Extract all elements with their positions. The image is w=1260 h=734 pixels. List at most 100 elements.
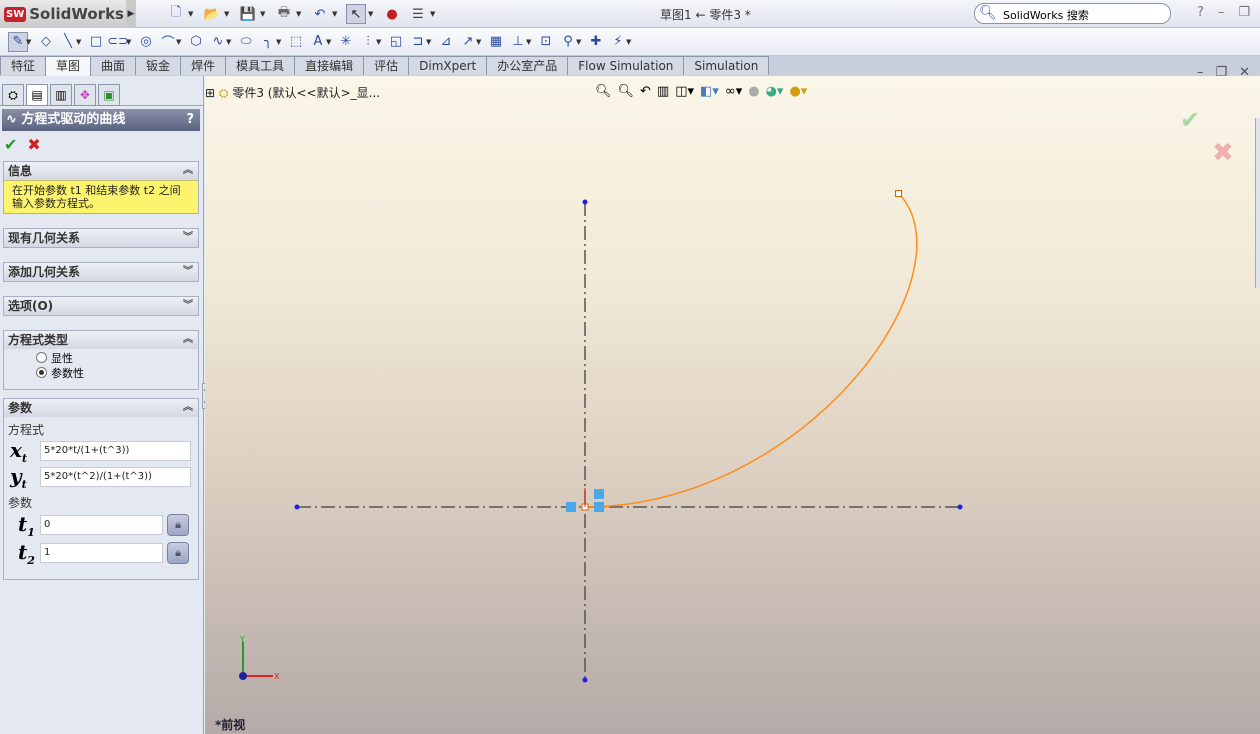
xt-equation-input[interactable]: 5*20*t/(1+(t^3))	[40, 441, 191, 461]
display-relations-icon[interactable]: ⊡	[536, 32, 556, 52]
centerline-endpoint[interactable]	[582, 677, 588, 683]
expand-icon[interactable]: ︾	[183, 297, 193, 315]
collapse-icon[interactable]: ︽	[183, 162, 193, 180]
dropdown-arrow[interactable]: ▼	[276, 38, 284, 46]
expand-icon[interactable]: ︾	[183, 229, 193, 247]
help-icon[interactable]: ?	[1197, 5, 1204, 20]
pattern-icon[interactable]: ▦	[486, 32, 506, 52]
convert-icon[interactable]: ◱	[386, 32, 406, 52]
tab-9[interactable]: 办公室产品	[486, 56, 569, 75]
rapid-sketch-icon[interactable]: ✚	[586, 32, 606, 52]
point-icon[interactable]: ✳	[336, 32, 356, 52]
open-icon[interactable]: 📂	[202, 4, 222, 24]
tab-3[interactable]: 钣金	[135, 56, 182, 75]
dropdown-arrow[interactable]: ▼	[326, 38, 334, 46]
collapse-icon[interactable]: ︽	[183, 331, 193, 349]
radio-button[interactable]	[36, 352, 47, 363]
select-icon[interactable]: ↖	[346, 4, 366, 24]
dimxpert-tab-icon[interactable]: ✥	[74, 84, 96, 106]
property-manager-tab-icon[interactable]: ▤	[26, 84, 48, 106]
centerline-endpoint[interactable]	[957, 504, 963, 510]
options-icon[interactable]: ☰	[408, 4, 428, 24]
quick-snap-icon[interactable]: ⚲	[558, 32, 578, 52]
dropdown-arrow[interactable]: ▼	[526, 38, 534, 46]
plane-icon[interactable]: ⬚	[286, 32, 306, 52]
menu-expand-arrow[interactable]: ▶	[126, 0, 136, 28]
minimize-icon[interactable]: –	[1218, 5, 1225, 20]
tab-11[interactable]: Simulation	[683, 56, 770, 75]
configuration-tab-icon[interactable]: ▥	[50, 84, 72, 106]
save-icon[interactable]: 💾	[238, 4, 258, 24]
sketch-icon[interactable]: ✎	[8, 31, 28, 52]
expand-icon[interactable]: ︾	[183, 263, 193, 281]
t2-input[interactable]: 1	[40, 543, 163, 563]
lock-icon[interactable]: 🔒︎	[167, 514, 189, 536]
arc-icon[interactable]: ⌒	[158, 32, 178, 52]
app-logo[interactable]: SW SolidWorks	[0, 0, 126, 28]
tab-0[interactable]: 特征	[0, 56, 47, 75]
dropdown-arrow[interactable]: ▼	[188, 4, 196, 24]
tab-1[interactable]: 草图	[45, 56, 92, 76]
dropdown-arrow[interactable]: ▼	[26, 38, 34, 46]
offset-icon[interactable]: ⊐	[408, 32, 428, 52]
existing-relations-section[interactable]: 现有几何关系 ︾	[3, 228, 199, 248]
tab-5[interactable]: 模具工具	[225, 56, 296, 75]
dropdown-arrow[interactable]: ▼	[426, 38, 434, 46]
radio-explicit[interactable]: 显性	[4, 349, 198, 365]
text-icon[interactable]: A	[308, 32, 328, 52]
circle-icon[interactable]: ◎	[136, 32, 156, 52]
instant3d-icon[interactable]: ⚡	[608, 32, 628, 52]
coincident-relation-icon[interactable]	[594, 489, 604, 499]
slot-icon[interactable]: ⊂⊃	[107, 32, 129, 52]
new-icon[interactable]: 🗋	[166, 4, 186, 24]
rectangle-icon[interactable]: □	[86, 32, 106, 52]
centerline-endpoint[interactable]	[582, 199, 588, 205]
trim-icon[interactable]: ⫶	[358, 32, 378, 52]
dropdown-arrow[interactable]: ▼	[126, 38, 134, 46]
tab-6[interactable]: 直接编辑	[294, 56, 365, 75]
spline-icon[interactable]: ∿	[208, 32, 228, 52]
undo-icon[interactable]: ↶	[310, 4, 330, 24]
move-icon[interactable]: ↗	[458, 32, 478, 52]
polygon-icon[interactable]: ⬡	[186, 32, 206, 52]
dropdown-arrow[interactable]: ▼	[76, 38, 84, 46]
dropdown-arrow[interactable]: ▼	[260, 4, 268, 24]
dropdown-arrow[interactable]: ▼	[226, 38, 234, 46]
tab-10[interactable]: Flow Simulation	[567, 56, 685, 75]
centerline-endpoint[interactable]	[294, 504, 300, 510]
tab-4[interactable]: 焊件	[180, 56, 227, 75]
dropdown-arrow[interactable]: ▼	[176, 38, 184, 46]
tab-8[interactable]: DimXpert	[408, 56, 488, 75]
cancel-button[interactable]: ✖	[27, 135, 40, 154]
lock-icon[interactable]: 🔒︎	[167, 542, 189, 564]
dropdown-arrow[interactable]: ▼	[430, 4, 438, 24]
mirror-icon[interactable]: ⊿	[436, 32, 456, 52]
display-tab-icon[interactable]: ▣	[98, 84, 120, 106]
relations-icon[interactable]: ⊥	[508, 32, 528, 52]
tab-7[interactable]: 评估	[363, 56, 410, 75]
curve-endpoint[interactable]	[895, 190, 902, 197]
radio-button[interactable]	[36, 367, 47, 378]
radio-parametric[interactable]: 参数性	[4, 364, 198, 380]
options-section[interactable]: 选项(O) ︾	[3, 296, 199, 316]
line-icon[interactable]: ╲	[58, 32, 78, 52]
dropdown-arrow[interactable]: ▼	[368, 4, 376, 24]
smart-dimension-icon[interactable]: ◇	[36, 32, 56, 52]
collapse-icon[interactable]: ︽	[183, 399, 193, 417]
print-icon[interactable]: 🖶	[274, 4, 294, 24]
graphics-area[interactable]: ⊞ ⛭ 零件3 (默认<<默认>_显... 🔍︎ 🔍︎ ↶ ▥ ◫▾ ◧▾ ∞▾ ● ◕▾ ●▾ …	[205, 65, 1260, 734]
restore-icon[interactable]: ❐	[1238, 5, 1250, 20]
t1-input[interactable]: 0	[40, 515, 163, 535]
fillet-icon[interactable]: ╮	[258, 32, 278, 52]
ellipse-icon[interactable]: ⬭	[236, 32, 256, 52]
info-header[interactable]: 信息 ︽	[4, 162, 198, 180]
rebuild-icon[interactable]: ●	[382, 4, 402, 24]
dropdown-arrow[interactable]: ▼	[576, 38, 584, 46]
feature-tree-tab-icon[interactable]: ⛭	[2, 84, 24, 106]
dropdown-arrow[interactable]: ▼	[296, 4, 304, 24]
ok-button[interactable]: ✔	[4, 135, 17, 154]
coincident-relation-icon[interactable]	[566, 502, 576, 512]
coincident-relation-icon[interactable]	[594, 502, 604, 512]
dropdown-arrow[interactable]: ▼	[224, 4, 232, 24]
add-relations-section[interactable]: 添加几何关系 ︾	[3, 262, 199, 282]
